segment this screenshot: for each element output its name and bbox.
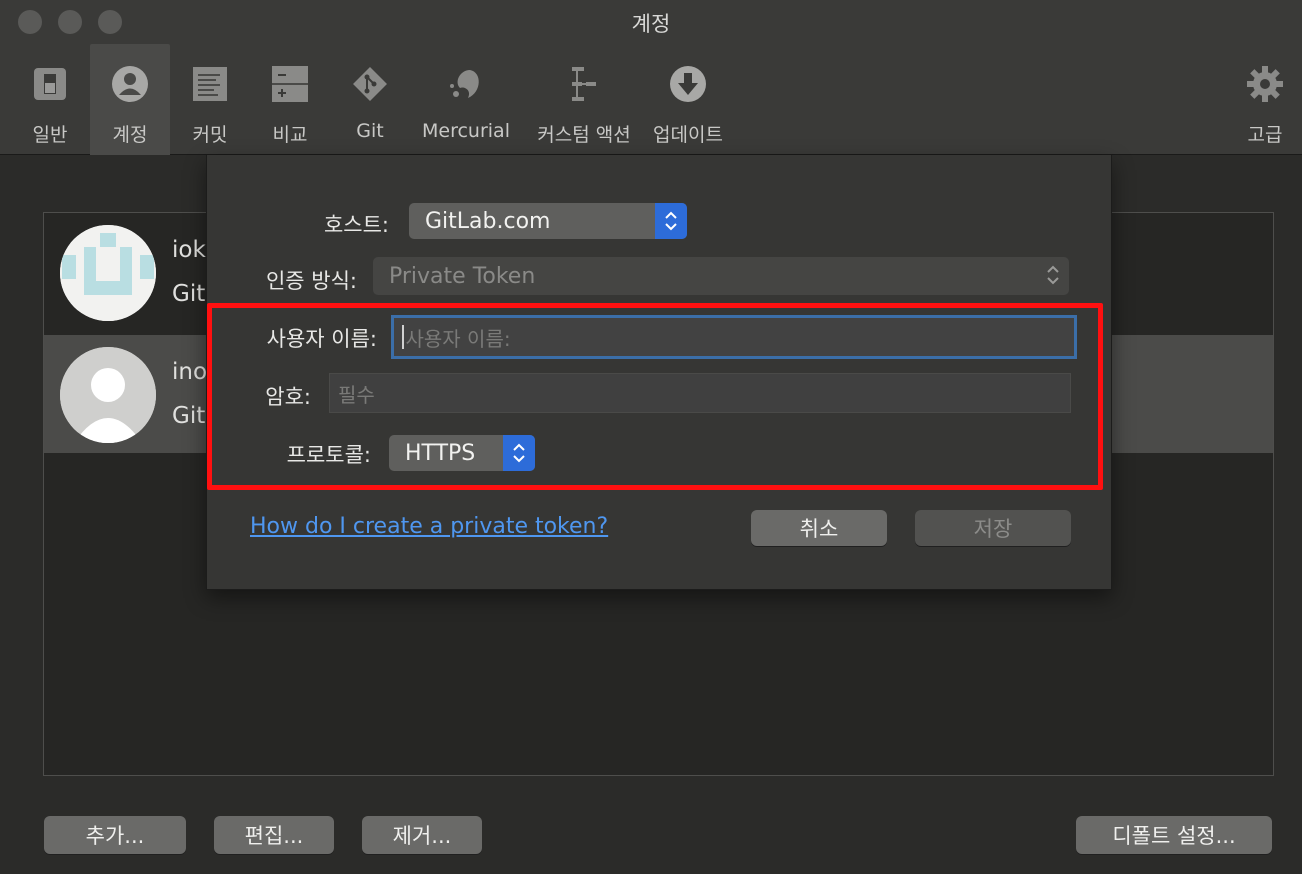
chevron-up-down-icon (655, 203, 687, 239)
toolbar-accounts[interactable]: 계정 (90, 44, 170, 155)
gear-icon (1243, 62, 1287, 106)
diff-icon (268, 62, 312, 106)
general-icon (28, 62, 72, 106)
host-label: 호스트: (323, 213, 389, 237)
chevron-up-down-icon (1037, 257, 1069, 293)
toolbar-label: 비교 (272, 124, 308, 146)
custom-actions-icon (562, 62, 606, 106)
account-name: ino (172, 359, 208, 385)
account-icon (108, 62, 152, 106)
highlight-box (207, 303, 1103, 490)
toolbar-label: 계정 (112, 124, 148, 146)
toolbar-label: 업데이트 (653, 124, 723, 146)
mercurial-icon (444, 62, 488, 106)
set-default-button[interactable]: 디폴트 설정... (1076, 816, 1272, 854)
toolbar-mercurial[interactable]: Mercurial (412, 44, 520, 155)
toolbar-label: 커스텀 액션 (537, 124, 631, 146)
toolbar-commit[interactable]: 커밋 (170, 44, 250, 155)
toolbar-git[interactable]: Git (330, 44, 410, 155)
private-token-help-link[interactable]: How do I create a private token? (250, 514, 608, 539)
preferences-window: 계정 일반 계정 커밋 비교 Git Mercurial 커스텀 액션 업데이트… (0, 0, 1302, 874)
account-service: Git (172, 403, 206, 429)
toolbar-custom-actions[interactable]: 커스텀 액션 (526, 44, 642, 155)
avatar (60, 225, 156, 321)
save-button[interactable]: 저장 (915, 510, 1071, 546)
remove-account-button[interactable]: 제거... (362, 816, 482, 854)
toolbar-label: Mercurial (422, 120, 510, 142)
auth-method-value: Private Token (389, 263, 536, 289)
account-service: Git (172, 281, 206, 307)
commit-document-icon (188, 62, 232, 106)
account-name: iok (172, 237, 206, 263)
toolbar-advanced[interactable]: 고급 (1232, 44, 1298, 155)
add-account-button[interactable]: 추가... (44, 816, 186, 854)
avatar (60, 347, 156, 443)
toolbar-general[interactable]: 일반 (10, 44, 90, 155)
auth-method-select: Private Token (373, 257, 1069, 295)
title-bar: 계정 일반 계정 커밋 비교 Git Mercurial 커스텀 액션 업데이트… (0, 0, 1302, 155)
edit-account-button[interactable]: 편집... (214, 816, 334, 854)
host-value: GitLab.com (425, 208, 551, 234)
download-icon (666, 62, 710, 106)
toolbar-diff[interactable]: 비교 (250, 44, 330, 155)
toolbar-label: 커밋 (192, 124, 228, 146)
host-select[interactable]: GitLab.com (409, 203, 687, 239)
window-title: 계정 (631, 12, 671, 36)
toolbar-label: 고급 (1247, 124, 1283, 146)
auth-method-label: 인증 방식: (265, 269, 357, 293)
git-icon (348, 62, 392, 106)
cancel-button[interactable]: 취소 (751, 510, 887, 546)
toolbar-label: 일반 (32, 124, 68, 146)
toolbar-update[interactable]: 업데이트 (644, 44, 732, 155)
toolbar-label: Git (356, 120, 384, 142)
